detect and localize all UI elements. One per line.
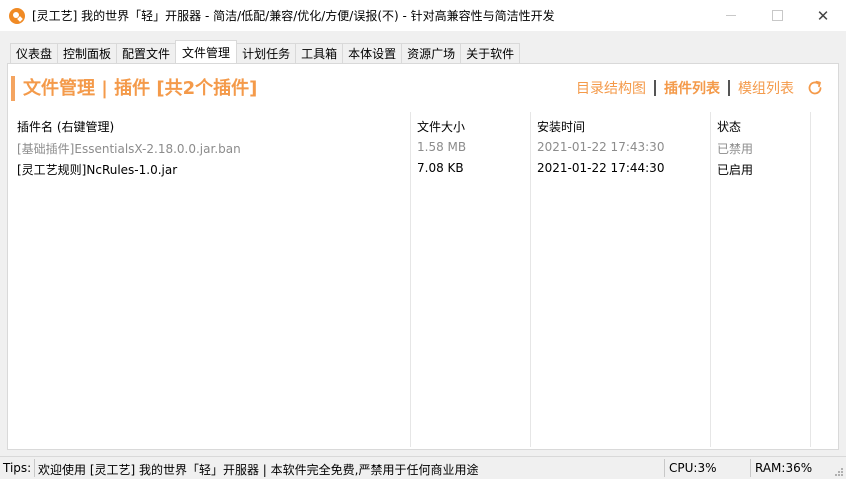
plugin-name: [灵工艺规则]NcRules-1.0.jar (17, 163, 178, 177)
plugin-size: 1.58 MB (417, 140, 467, 154)
tab-about[interactable]: 关于软件 (460, 43, 521, 63)
plugin-install-time: 2021-01-22 17:43:30 (537, 140, 665, 154)
column-header-name[interactable]: 插件名 (右键管理) (17, 118, 114, 135)
table-row[interactable]: [灵工艺规则]NcRules-1.0.jar 7.08 KB 2021-01-2… (12, 158, 835, 179)
plugin-size: 7.08 KB (417, 161, 464, 175)
title-accent-bar (11, 76, 15, 101)
title-bar: [灵工艺] 我的世界「轻」开服器 - 简洁/低配/兼容/优化/方便/误报(不) … (0, 0, 846, 31)
ram-usage: RAM:36% (755, 461, 813, 475)
window-controls: ✕ (708, 0, 846, 31)
status-divider (34, 459, 35, 477)
view-switcher: 目录结构图 插件列表 模组列表 (576, 78, 824, 98)
tips-text: 欢迎使用 [灵工艺] 我的世界「轻」开服器 | 本软件完全免费,严禁用于任何商业… (38, 463, 479, 477)
tab-toolbox[interactable]: 工具箱 (295, 43, 344, 63)
app-logo-icon (9, 7, 25, 24)
plugin-name: [基础插件]EssentialsX-2.18.0.0.jar.ban (17, 142, 241, 156)
tab-control-panel[interactable]: 控制面板 (57, 43, 118, 63)
column-header-size[interactable]: 文件大小 (417, 118, 465, 135)
file-manager-panel: 文件管理 | 插件 [共2个插件] 目录结构图 插件列表 模组列表 插件名 (右… (7, 63, 839, 450)
tips-label: Tips: (3, 461, 32, 475)
view-divider (728, 80, 730, 96)
column-header-status[interactable]: 状态 (717, 118, 741, 135)
plugin-list-link[interactable]: 插件列表 (664, 78, 720, 98)
minimize-button[interactable] (708, 0, 754, 31)
plugin-status: 已启用 (717, 163, 754, 177)
refresh-icon[interactable] (806, 79, 824, 97)
table-row[interactable]: [基础插件]EssentialsX-2.18.0.0.jar.ban 1.58 … (12, 137, 835, 158)
plugin-table: 插件名 (右键管理) 文件大小 安装时间 状态 [基础插件]Essentials… (12, 112, 835, 447)
close-icon: ✕ (816, 6, 830, 25)
tab-scheduled-tasks[interactable]: 计划任务 (236, 43, 297, 63)
view-divider (654, 80, 656, 96)
tab-file-manager[interactable]: 文件管理 (175, 40, 238, 63)
tab-config-files[interactable]: 配置文件 (116, 43, 177, 63)
resize-grip-icon[interactable] (834, 467, 844, 477)
status-divider (750, 459, 751, 477)
mod-list-link[interactable]: 模组列表 (738, 78, 794, 98)
tab-core-settings[interactable]: 本体设置 (342, 43, 403, 63)
column-header-installed[interactable]: 安装时间 (537, 118, 585, 135)
plugin-status: 已禁用 (717, 142, 754, 156)
tab-resource-square[interactable]: 资源广场 (401, 43, 462, 63)
cpu-usage: CPU:3% (669, 461, 717, 475)
page-title: 文件管理 | 插件 [共2个插件] (23, 78, 258, 99)
status-divider (664, 459, 665, 477)
directory-tree-link[interactable]: 目录结构图 (576, 78, 646, 98)
table-header: 插件名 (右键管理) 文件大小 安装时间 状态 (12, 112, 835, 138)
tab-dashboard[interactable]: 仪表盘 (10, 43, 59, 63)
main-tabs: 仪表盘 控制面板 配置文件 文件管理 计划任务 工具箱 本体设置 资源广场 关于… (10, 40, 521, 63)
plugin-install-time: 2021-01-22 17:44:30 (537, 161, 665, 175)
maximize-button[interactable] (754, 0, 800, 31)
close-button[interactable]: ✕ (800, 0, 846, 31)
status-bar: Tips: 欢迎使用 [灵工艺] 我的世界「轻」开服器 | 本软件完全免费,严禁… (0, 456, 846, 479)
window-title: [灵工艺] 我的世界「轻」开服器 - 简洁/低配/兼容/优化/方便/误报(不) … (32, 9, 555, 23)
